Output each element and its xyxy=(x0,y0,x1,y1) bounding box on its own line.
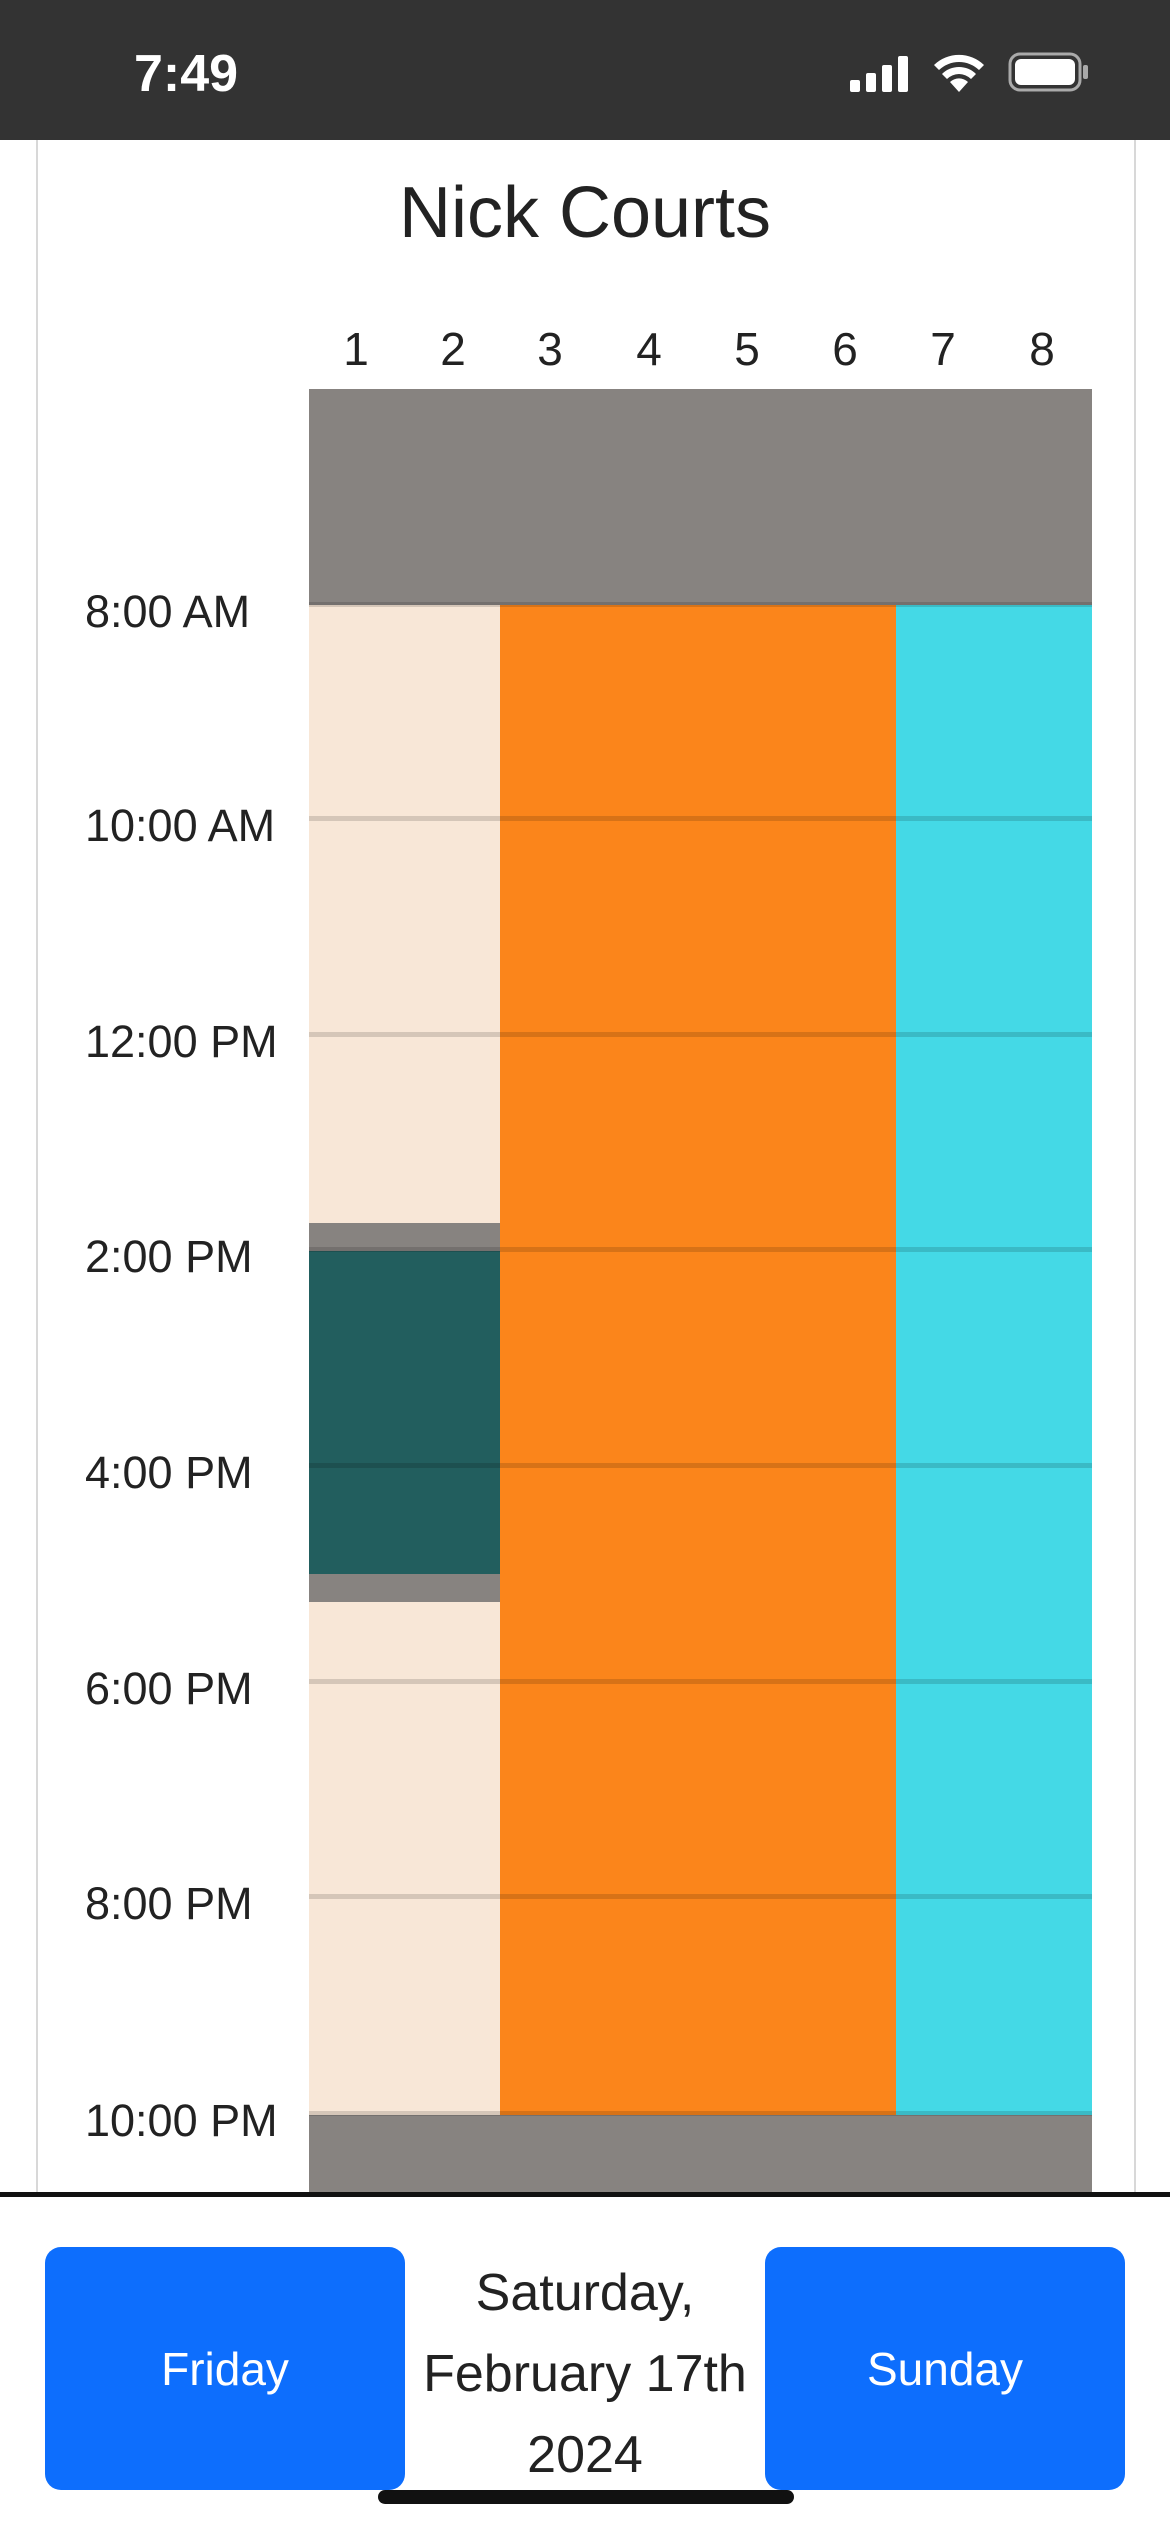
hour-gridline xyxy=(309,1032,1092,1037)
time-label: 2:00 PM xyxy=(85,1231,253,1282)
time-label: 8:00 PM xyxy=(85,1878,253,1929)
court-header: 7 xyxy=(930,323,956,375)
hour-gridline xyxy=(309,1247,1092,1252)
date-month-day: February 17th xyxy=(423,2345,747,2403)
hour-gridline xyxy=(309,1463,1092,1468)
time-label: 12:00 PM xyxy=(85,1016,278,1067)
date-year: 2024 xyxy=(527,2426,643,2484)
court-header: 4 xyxy=(636,323,662,375)
reservation-block[interactable] xyxy=(309,1251,500,1574)
previous-day-button[interactable]: Friday xyxy=(45,2247,405,2490)
court-header: 3 xyxy=(537,323,563,375)
day-navigation-bar: Friday Saturday, February 17th 2024 Sund… xyxy=(0,2192,1170,2532)
date-weekday: Saturday, xyxy=(475,2264,695,2322)
time-label: 6:00 PM xyxy=(85,1663,253,1714)
current-date: Saturday, February 17th 2024 xyxy=(405,2253,765,2496)
reservation-block[interactable] xyxy=(309,605,500,1223)
schedule-grid xyxy=(309,389,1092,2192)
court-header: 8 xyxy=(1029,323,1055,375)
time-label: 10:00 PM xyxy=(85,2095,278,2146)
hour-gridline xyxy=(309,602,1092,607)
hour-gridline xyxy=(309,816,1092,821)
status-time: 7:49 xyxy=(134,45,239,103)
status-bar: 7:49 xyxy=(0,0,1170,140)
battery-icon xyxy=(1008,52,1088,92)
wifi-icon xyxy=(934,54,984,92)
next-day-button[interactable]: Sunday xyxy=(765,2247,1125,2490)
hour-gridline xyxy=(309,1894,1092,1899)
court-header: 2 xyxy=(440,323,466,375)
cellular-signal-icon xyxy=(850,56,908,92)
status-icons xyxy=(850,52,1090,92)
court-header: 1 xyxy=(343,323,369,375)
time-label: 10:00 AM xyxy=(85,800,276,851)
home-indicator xyxy=(378,2490,794,2504)
time-label: 4:00 PM xyxy=(85,1447,253,1498)
time-label: 8:00 AM xyxy=(85,586,251,637)
page-title: Nick Courts xyxy=(398,173,772,253)
reservation-block[interactable] xyxy=(500,605,896,2115)
court-header: 5 xyxy=(734,323,760,375)
hour-gridline xyxy=(309,2111,1092,2116)
reservation-block[interactable] xyxy=(896,605,1092,2115)
court-header: 6 xyxy=(832,323,858,375)
hour-gridline xyxy=(309,1679,1092,1684)
